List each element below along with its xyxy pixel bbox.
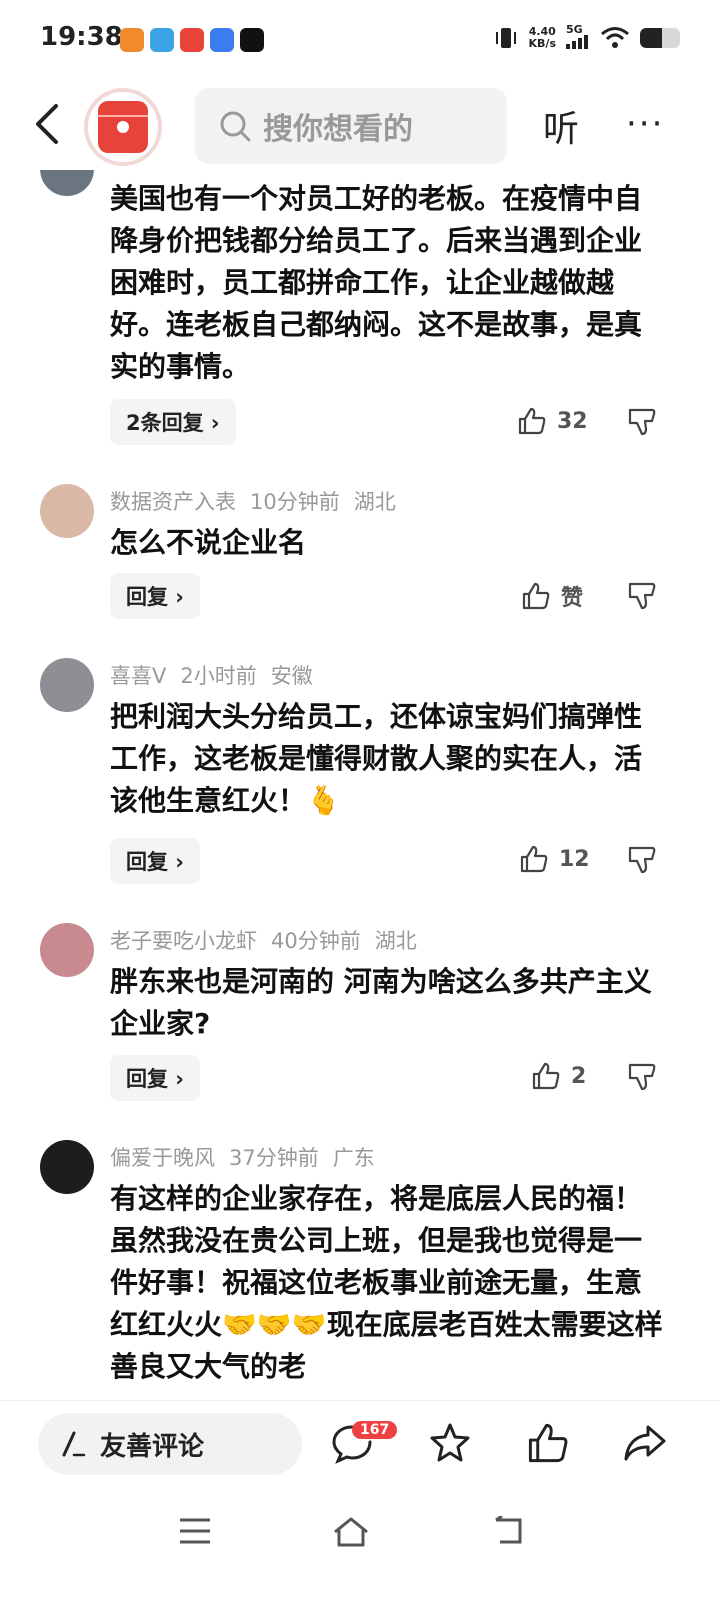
back-icon <box>495 1514 522 1544</box>
signal-5g: 5G <box>566 24 590 51</box>
comment-count-badge: 167 <box>352 1421 398 1439</box>
comment-meta: 喜喜V 2小时前 安徽 <box>110 660 327 690</box>
home-button[interactable] <box>332 1516 370 1552</box>
system-status: 4.40 KB/s 5G <box>493 24 680 51</box>
bottom-action-bar: 友善评论 167 <box>0 1400 720 1490</box>
avatar[interactable] <box>40 923 94 977</box>
chevron-left-icon <box>36 104 58 144</box>
share-icon <box>624 1425 666 1461</box>
comment-meta: 老子要吃小龙虾 40分钟前 湖北 <box>110 925 431 955</box>
status-bar: 19:38 4.40 KB/s 5G <box>0 0 720 80</box>
app-notification-icon <box>210 28 234 52</box>
notification-icons <box>120 28 264 52</box>
pen-icon <box>62 1431 86 1457</box>
signal-bars-icon <box>566 35 588 49</box>
menu-icon <box>180 1518 210 1544</box>
thumbs-up-icon <box>518 407 546 435</box>
comment-time: 40分钟前 <box>271 929 361 953</box>
author-avatar[interactable] <box>84 88 162 166</box>
recents-button[interactable] <box>178 1516 212 1550</box>
like-button[interactable]: 32 <box>517 406 588 436</box>
favorite-button[interactable] <box>428 1421 472 1469</box>
telegram-icon <box>150 28 174 52</box>
username[interactable]: 喜喜V <box>110 664 166 688</box>
avatar[interactable] <box>40 658 94 712</box>
dislike-button[interactable] <box>626 406 658 442</box>
network-speed: 4.40 KB/s <box>528 24 556 50</box>
status-time: 19:38 <box>40 22 123 52</box>
search-input[interactable]: 搜你想看的 <box>195 88 507 164</box>
back-nav-button[interactable] <box>490 1514 524 1550</box>
listen-button[interactable]: 听 <box>543 100 579 152</box>
red-envelope-icon <box>98 101 148 153</box>
battery-icon <box>640 27 680 48</box>
replies-button[interactable]: 2条回复 › <box>110 399 236 445</box>
thumbs-down-icon <box>628 846 656 874</box>
share-button[interactable] <box>622 1421 668 1469</box>
username[interactable]: 老子要吃小龙虾 <box>110 929 257 953</box>
thumbs-down-icon <box>628 582 656 610</box>
reply-button[interactable]: 回复 › <box>110 573 200 619</box>
reply-button[interactable]: 回复 › <box>110 1055 200 1101</box>
comment-location: 广东 <box>332 1146 375 1170</box>
avatar[interactable] <box>40 170 94 196</box>
dislike-button[interactable] <box>626 1061 658 1097</box>
comment-body: 把利润大头分给员工，还体谅宝妈们搞弹性工作，这老板是懂得财散人聚的实在人，活该他… <box>110 700 643 817</box>
comment-time: 2小时前 <box>180 664 257 688</box>
wifi-icon <box>601 26 629 48</box>
comment-time: 10分钟前 <box>250 490 340 514</box>
star-icon <box>430 1423 470 1462</box>
thumbs-up-icon <box>522 582 550 610</box>
like-button[interactable]: 赞 <box>521 580 583 612</box>
thumbs-up-icon <box>520 845 548 873</box>
thumbs-down-icon <box>628 1063 656 1091</box>
username[interactable]: 偏爱于晚风 <box>110 1146 215 1170</box>
like-button[interactable]: 2 <box>531 1061 586 1091</box>
comment-meta: 偏爱于晚风 37分钟前 广东 <box>110 1142 389 1172</box>
home-icon <box>334 1517 368 1547</box>
comment-body: 怎么不说企业名 <box>110 526 307 559</box>
toutiao-icon <box>180 28 204 52</box>
like-button[interactable]: 12 <box>519 844 590 874</box>
thumbs-down-icon <box>628 408 656 436</box>
reply-button[interactable]: 回复 › <box>110 838 200 884</box>
comment-body: 美国也有一个对员工好的老板。在疫情中自降身价把钱都分给员工了。后来当遇到企业困难… <box>110 182 643 383</box>
avatar[interactable] <box>40 484 94 538</box>
more-button[interactable]: ··· <box>626 104 664 144</box>
search-placeholder: 搜你想看的 <box>263 112 413 147</box>
comment-location: 湖北 <box>353 490 396 514</box>
app-notification-icon <box>120 28 144 52</box>
comment-body: 有这样的企业家存在，将是底层人民的福！虽然我没在贵公司上班，但是我也觉得是一件好… <box>110 1182 663 1383</box>
top-nav: 搜你想看的 听 ··· <box>0 84 720 166</box>
vibrate-icon <box>495 27 516 48</box>
dislike-button[interactable] <box>626 580 658 616</box>
comment-time: 37分钟前 <box>229 1146 319 1170</box>
thumbs-up-icon <box>528 1423 568 1463</box>
comment-location: 湖北 <box>374 929 417 953</box>
avatar[interactable] <box>40 1140 94 1194</box>
username[interactable]: 数据资产入表 <box>110 490 236 514</box>
dislike-button[interactable] <box>626 844 658 880</box>
search-icon <box>220 111 251 142</box>
comment-body: 胖东来也是河南的 河南为啥这么多共产主义企业家? <box>110 965 652 1040</box>
comment-list: 美国也有一个对员工好的老板。在疫情中自降身价把钱都分给员工了。后来当遇到企业困难… <box>0 170 720 1395</box>
system-nav-bar <box>0 1492 720 1608</box>
comment-location: 安徽 <box>270 664 313 688</box>
tiktok-icon <box>240 28 264 52</box>
back-button[interactable] <box>30 102 70 146</box>
comment-input[interactable]: 友善评论 <box>38 1413 302 1475</box>
comment-meta: 数据资产入表 10分钟前 湖北 <box>110 486 410 516</box>
like-article-button[interactable] <box>526 1421 570 1469</box>
thumbs-up-icon <box>532 1062 560 1090</box>
comment-placeholder: 友善评论 <box>100 1431 205 1462</box>
